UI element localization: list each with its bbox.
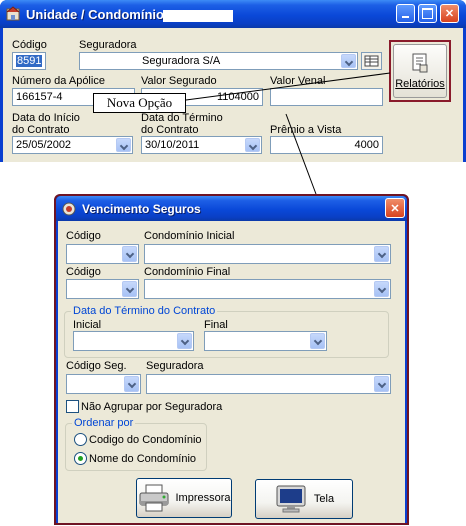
impressora-button[interactable]: Impressora [136,478,232,518]
order-codigo-radio[interactable] [74,433,87,446]
dialog-title: Vencimento Seguros [82,201,201,216]
condominio-inicial-label: Condomínio Inicial [144,230,235,242]
chevron-down-icon[interactable] [310,333,325,349]
chevron-down-icon[interactable] [374,281,389,297]
dialog-titlebar[interactable]: Vencimento Seguros ✕ [56,196,407,221]
codigo-final-label: Código [66,266,101,278]
monitor-icon [276,485,306,513]
dialog-seguradora-label: Seguradora [146,360,204,372]
nao-agrupar-label[interactable]: Não Agrupar por Seguradora [81,401,222,413]
codigo-seg-combo[interactable] [66,374,141,394]
codigo-final-combo[interactable] [66,279,139,299]
codigo-inicial-combo[interactable] [66,244,139,264]
dialog-client-area: Código Condomínio Inicial Código Condomí… [58,221,405,523]
condominio-final-combo[interactable] [144,279,391,299]
tela-button[interactable]: Tela [255,479,353,519]
inicial-label: Inicial [73,319,102,331]
order-nome-label[interactable]: Nome do Condomínio [89,453,196,465]
chevron-down-icon[interactable] [374,376,389,392]
dialog-close-button[interactable]: ✕ [385,198,405,218]
chevron-down-icon[interactable] [374,246,389,262]
impressora-label: Impressora [175,492,231,504]
codigo-inicial-label: Código [66,230,101,242]
data-termino-group-title: Data do Término do Contrato [71,305,218,317]
close-icon: ✕ [390,202,400,215]
order-nome-radio[interactable] [74,452,87,465]
dialog-seguradora-combo[interactable] [146,374,391,394]
condominio-inicial-combo[interactable] [144,244,391,264]
condominio-final-label: Condomínio Final [144,266,231,278]
data-final-combo[interactable] [204,331,327,351]
data-inicial-combo[interactable] [73,331,194,351]
printer-icon [139,484,169,512]
ordenar-group-title: Ordenar por [72,417,136,429]
order-codigo-label[interactable]: Codigo do Condomínio [89,434,202,446]
nao-agrupar-checkbox[interactable] [66,400,79,413]
dialog-app-icon [62,202,76,215]
tela-label: Tela [313,493,335,505]
chevron-down-icon[interactable] [122,281,137,297]
final-label: Final [204,319,228,331]
chevron-down-icon[interactable] [124,376,139,392]
chevron-down-icon[interactable] [177,333,192,349]
chevron-down-icon[interactable] [122,246,137,262]
nova-opcao-text: Nova Opção [106,95,173,110]
nova-opcao-callout: Nova Opção [93,93,186,113]
codigo-seg-label: Código Seg. [66,360,127,372]
